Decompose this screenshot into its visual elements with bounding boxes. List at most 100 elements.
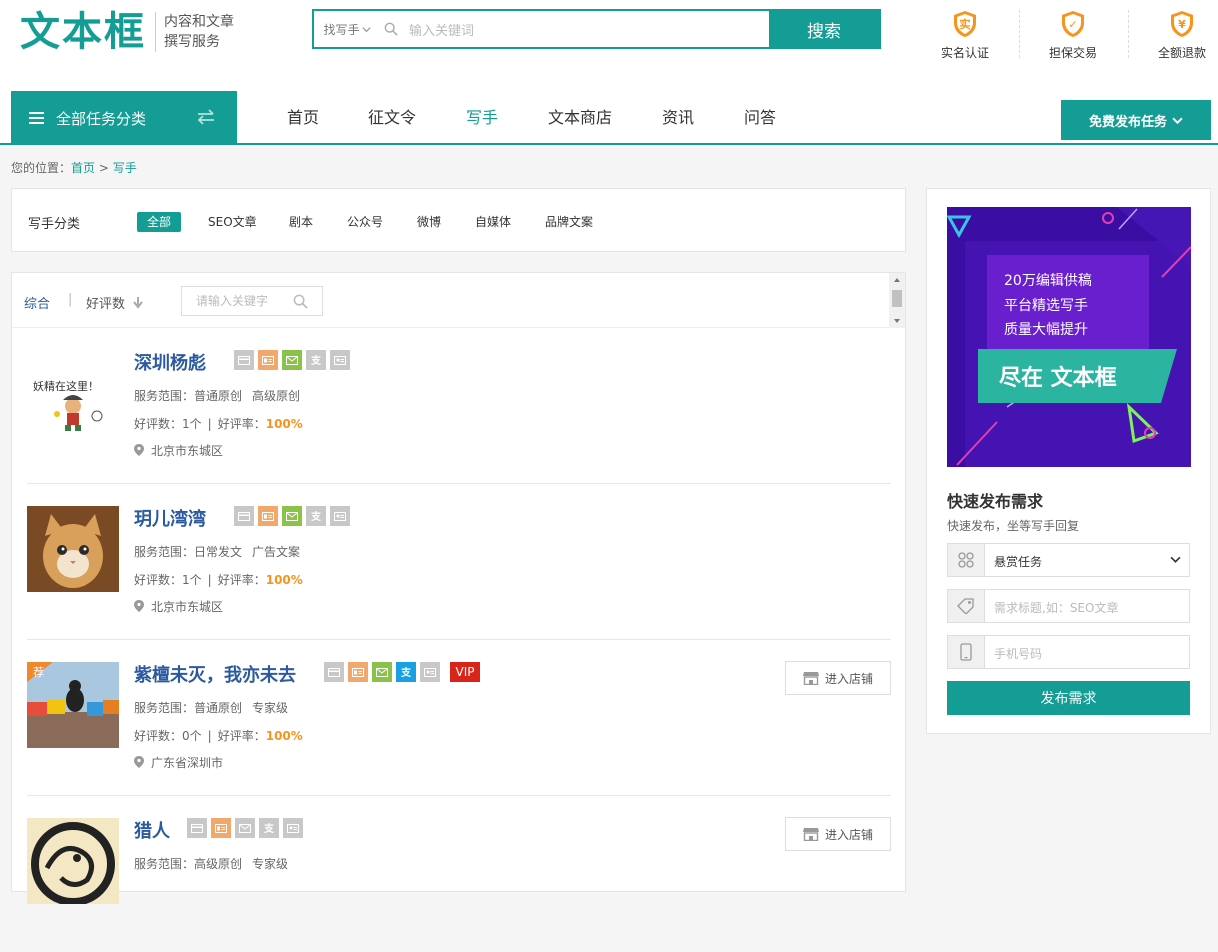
svg-text:妖精在这里！: 妖精在这里！	[33, 379, 99, 393]
writer-name[interactable]: 猎人	[134, 817, 170, 843]
svg-text:尽在 文本框: 尽在 文本框	[999, 365, 1117, 391]
license-badge-icon	[420, 662, 440, 682]
search-bar: 找写手 输入关键词 搜索	[312, 9, 881, 49]
tag-official-account[interactable]: 公众号	[337, 212, 393, 232]
id-card-badge-icon	[211, 818, 231, 838]
logo-text: 文本框	[20, 9, 146, 55]
bank-card-badge-icon	[324, 662, 344, 682]
location-pin-icon	[134, 600, 144, 612]
svg-text:✓: ✓	[1068, 18, 1077, 31]
search-button[interactable]: 搜索	[769, 11, 879, 47]
search-input[interactable]: 输入关键词	[380, 11, 769, 47]
tag-self-media[interactable]: 自媒体	[465, 212, 521, 232]
logo-tagline: 内容和文章 撰写服务	[155, 12, 241, 52]
svg-text:支: 支	[310, 510, 322, 522]
email-badge-icon	[282, 506, 302, 526]
divider	[1128, 10, 1129, 58]
writer-avatar[interactable]	[27, 818, 119, 904]
nav-writers[interactable]: 写手	[466, 92, 498, 144]
sort-by-rating[interactable]: 好评数	[86, 293, 143, 312]
breadcrumb-home[interactable]: 首页	[71, 161, 95, 175]
breadcrumb: 您的位置：首页 > 写手	[11, 161, 137, 175]
promo-banner[interactable]: 20万编辑供稿 平台精选写手 质量大幅提升 尽在 文本框	[946, 207, 1192, 467]
writer-name[interactable]: 深圳杨彪	[134, 349, 206, 375]
shield-yen-icon: ¥	[1171, 11, 1193, 37]
service-scope: 服务范围：高级原创 专家级	[134, 857, 289, 871]
enter-shop-button[interactable]: 进入店铺	[785, 661, 891, 695]
tag-seo[interactable]: SEO文章	[198, 212, 267, 232]
writer-card: 猎人 支 服务范围：高级原创 专家级 进入店铺	[27, 796, 891, 952]
alipay-badge-icon: 支	[396, 662, 416, 682]
filter-label: 写手分类	[28, 217, 81, 232]
sort-comprehensive[interactable]: 综合	[24, 293, 50, 312]
keyword-input[interactable]: 请输入关键字	[181, 286, 323, 316]
search-icon	[293, 294, 308, 309]
id-card-badge-icon	[258, 506, 278, 526]
scrollbar-thumb[interactable]	[892, 290, 902, 307]
chevron-down-icon	[1172, 117, 1183, 124]
nav-text-store[interactable]: 文本商店	[548, 92, 612, 144]
license-badge-icon	[283, 818, 303, 838]
badge-group: 支 VIP	[324, 662, 480, 682]
task-type-value: 悬赏任务	[994, 555, 1043, 569]
nav-qa[interactable]: 问答	[744, 92, 776, 144]
writer-list: 综合 | 好评数 请输入关键字 妖精在这里！ 深圳杨彪 支 服务范围：普通原创 …	[11, 272, 906, 904]
tag-icon	[957, 598, 974, 614]
all-categories-button[interactable]: 全部任务分类	[11, 91, 237, 145]
tag-brand-copy[interactable]: 品牌文案	[535, 212, 603, 232]
nav-news[interactable]: 资讯	[662, 92, 694, 144]
nav-home[interactable]: 首页	[287, 92, 319, 144]
divider	[1019, 10, 1020, 58]
svg-text:支: 支	[263, 822, 275, 834]
breadcrumb-current[interactable]: 写手	[113, 161, 137, 175]
svg-text:支: 支	[310, 354, 322, 366]
site-logo[interactable]: 文本框 内容和文章 撰写服务	[20, 8, 241, 56]
email-badge-icon	[235, 818, 255, 838]
trust-escrow[interactable]: ✓ 担保交易	[1034, 10, 1112, 61]
free-publish-task-button[interactable]: 免费发布任务	[1061, 100, 1211, 140]
store-icon	[802, 828, 819, 841]
sort-bar: 综合 | 好评数 请输入关键字	[12, 273, 890, 328]
writer-card: 荐 紫檀未灭，我亦未去 支 VIP 服务范围：普通原创 专家级 好评数：0个 | 好评…	[27, 640, 891, 796]
writer-card: 玥儿湾湾 支 服务范围：日常发文 广告文案 好评数：1个 | 好评率：100% 北京市…	[27, 484, 891, 640]
alipay-badge-icon: 支	[306, 350, 326, 370]
rating-line: 好评数：0个 | 好评率：100%	[134, 729, 303, 743]
scroll-up-icon[interactable]	[889, 273, 905, 287]
nav-contest[interactable]: 征文令	[368, 92, 416, 144]
store-icon	[802, 672, 819, 685]
rating-line: 好评数：1个 | 好评率：100%	[134, 417, 303, 431]
phone-input[interactable]: 手机号码	[947, 635, 1190, 669]
search-type-dropdown[interactable]: 找写手	[314, 11, 380, 47]
tag-all[interactable]: 全部	[137, 212, 182, 232]
writer-category-filter: 写手分类 全部 SEO文章 剧本 公众号 微博 自媒体 品牌文案	[11, 188, 906, 252]
writer-name[interactable]: 紫檀未灭，我亦未去	[134, 661, 296, 687]
publish-demand-button[interactable]: 发布需求	[947, 681, 1190, 715]
service-scope: 服务范围：普通原创 高级原创	[134, 389, 301, 403]
trust-refund[interactable]: ¥ 全额退款	[1143, 10, 1218, 61]
writer-name[interactable]: 玥儿湾湾	[134, 505, 206, 531]
quick-publish-subtitle: 快速发布，坐等写手回复	[947, 519, 1080, 533]
tag-script[interactable]: 剧本	[279, 212, 323, 232]
phone-icon	[960, 643, 972, 661]
writer-card: 妖精在这里！ 深圳杨彪 支 服务范围：普通原创 高级原创 好评数：1个 | 好评率：1…	[27, 328, 891, 484]
writer-avatar[interactable]: 妖精在这里！	[27, 350, 119, 436]
service-scope: 服务范围：日常发文 广告文案	[134, 545, 301, 559]
task-type-select[interactable]: 悬赏任务	[947, 543, 1190, 577]
tag-weibo[interactable]: 微博	[407, 212, 451, 232]
search-icon	[384, 22, 398, 36]
bank-card-badge-icon	[234, 506, 254, 526]
scroll-down-icon[interactable]	[889, 314, 905, 328]
enter-shop-button[interactable]: 进入店铺	[785, 817, 891, 851]
chevron-down-icon	[1170, 556, 1181, 563]
scrollbar[interactable]	[889, 273, 905, 328]
demand-title-input[interactable]: 需求标题,如：SEO文章	[947, 589, 1190, 623]
writer-avatar[interactable]	[27, 506, 119, 592]
svg-text:实: 实	[960, 17, 971, 31]
trust-real-name[interactable]: 实 实名认证	[926, 10, 1004, 61]
location-line: 北京市东城区	[134, 598, 223, 615]
license-badge-icon	[330, 506, 350, 526]
location-line: 广东省深圳市	[134, 754, 223, 771]
writer-avatar[interactable]: 荐	[27, 662, 119, 748]
bank-card-badge-icon	[187, 818, 207, 838]
badge-group: 支	[187, 818, 303, 838]
